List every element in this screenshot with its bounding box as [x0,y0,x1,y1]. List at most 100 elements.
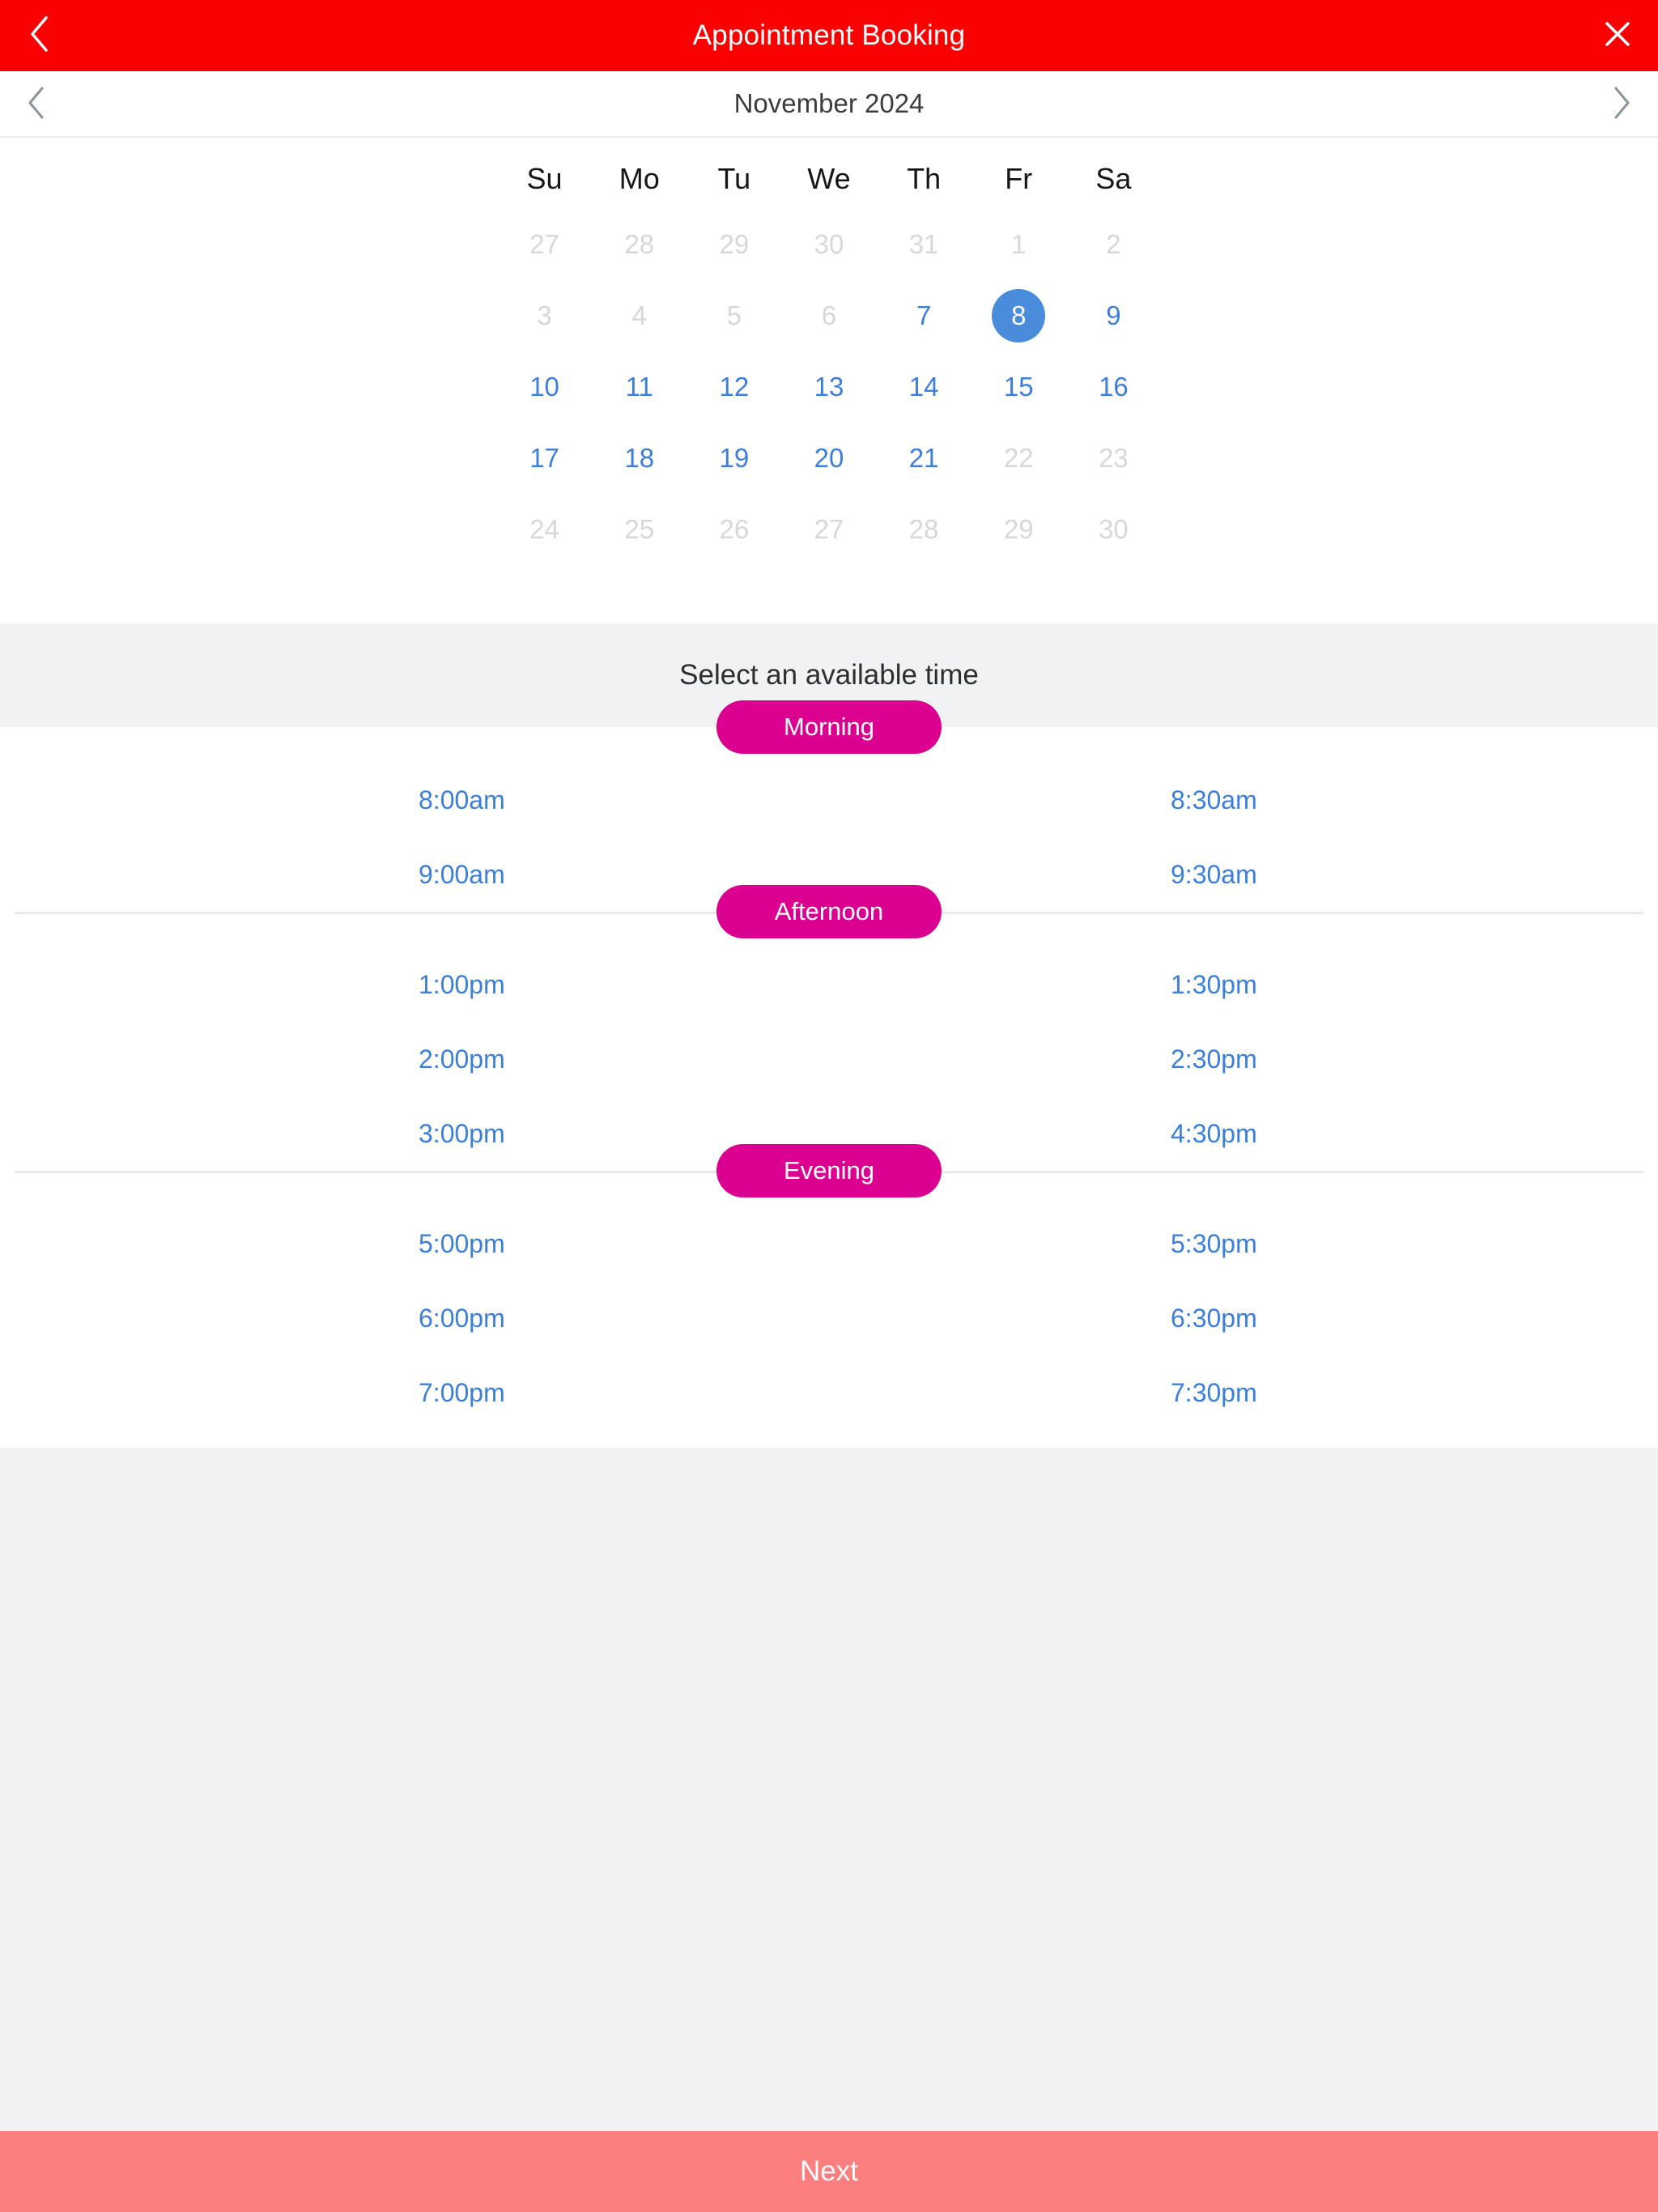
calendar-day: 23 [1066,423,1161,494]
time-slot-group: 1:00pm 1:30pm 2:00pm 2:30pm 3:00pm 4:30pm [0,912,1658,1171]
calendar-day-label: 25 [624,514,655,544]
close-button[interactable] [1582,0,1653,71]
time-slot-row: 5:00pm 5:30pm [0,1206,1658,1281]
calendar-day[interactable]: 11 [592,351,687,423]
calendar-day: 4 [592,280,687,351]
select-time-label: Select an available time [679,659,979,691]
time-slot[interactable]: 8:30am [829,763,1658,837]
previous-month-button[interactable] [0,71,73,138]
calendar-day: 29 [687,209,781,280]
calendar-day-label: 7 [916,300,932,330]
calendar-day: 1 [971,209,1066,280]
calendar-day-label: 6 [821,300,837,330]
time-slot[interactable]: 6:00pm [0,1281,829,1355]
calendar-day[interactable]: 17 [497,423,592,494]
calendar-day-label: 22 [1003,443,1034,473]
weekday-header: Su [526,162,563,195]
time-slot[interactable]: 1:00pm [0,947,829,1022]
calendar-day-label: 29 [1003,514,1034,544]
calendar-day: 28 [877,494,971,565]
time-slot[interactable]: 1:30pm [829,947,1658,1022]
calendar-day-label: 30 [814,229,844,259]
calendar-day-label: 10 [529,372,559,402]
back-button[interactable] [3,0,74,71]
calendar-day: 27 [781,494,876,565]
time-slots-section: Morning 8:00am 8:30am 9:00am 9:30am Afternoon… [0,700,1658,1448]
calendar-day: 26 [687,494,781,565]
empty-filler-area [0,1448,1658,2131]
calendar-day-label: 24 [529,514,559,544]
next-month-button[interactable] [1585,71,1658,138]
calendar-day[interactable]: 21 [877,423,971,494]
calendar-day-label: 31 [908,229,939,259]
calendar-day-label: 27 [529,229,559,259]
calendar-day-label: 9 [1106,300,1121,330]
calendar-day[interactable]: 10 [497,351,592,423]
calendar-day-selected[interactable]: 8 [971,280,1066,351]
calendar-day[interactable]: 9 [1066,280,1161,351]
time-slot[interactable]: 3:00pm [0,1096,829,1171]
calendar-day[interactable]: 20 [781,423,876,494]
time-slot[interactable]: 7:00pm [0,1355,829,1430]
time-slot[interactable]: 4:30pm [829,1096,1658,1171]
time-group-pill[interactable]: Morning [716,700,942,754]
calendar-day[interactable]: 19 [687,423,781,494]
calendar-day[interactable]: 18 [592,423,687,494]
calendar-day-label: 12 [719,372,750,402]
calendar-day-label: 14 [908,372,939,402]
calendar-day-label: 13 [814,372,844,402]
calendar-day-label: 18 [624,443,655,473]
time-slot-row: 8:00am 8:30am [0,763,1658,837]
chevron-left-icon [27,86,46,124]
time-slot-row: 6:00pm 6:30pm [0,1281,1658,1355]
time-slot[interactable]: 5:00pm [0,1206,829,1281]
calendar-day-label: 20 [814,443,844,473]
time-slot[interactable]: 2:30pm [829,1022,1658,1096]
time-slot-row: 2:00pm 2:30pm [0,1022,1658,1096]
title-bar: Appointment Booking [0,0,1658,71]
calendar-day[interactable]: 14 [877,351,971,423]
calendar-day: 30 [781,209,876,280]
calendar-day-label: 3 [537,300,552,330]
time-slot-row: 7:00pm 7:30pm [0,1355,1658,1430]
calendar-day-label: 15 [1003,372,1034,402]
time-group-pill[interactable]: Afternoon [716,885,942,938]
calendar-day: 24 [497,494,592,565]
weekday-header: Tu [717,162,751,195]
calendar-day-label: 30 [1099,514,1129,544]
calendar-day[interactable]: 16 [1066,351,1161,423]
time-slot[interactable]: 9:30am [829,837,1658,912]
calendar-day[interactable]: 15 [971,351,1066,423]
calendar-day-label: 28 [624,229,655,259]
next-button[interactable]: Next [0,2131,1658,2212]
calendar-day: 2 [1066,209,1161,280]
calendar-day: 22 [971,423,1066,494]
calendar-day: 3 [497,280,592,351]
calendar-day-label: 26 [719,514,750,544]
time-group-pill[interactable]: Evening [716,1144,942,1197]
calendar-day: 25 [592,494,687,565]
calendar-weekday-header: Su Mo Tu We Th Fr Sa [497,149,1161,209]
calendar-day-label: 21 [908,443,939,473]
calendar-day: 27 [497,209,592,280]
calendar-day-label: 4 [631,300,647,330]
time-slot[interactable]: 5:30pm [829,1206,1658,1281]
weekday-header: Th [907,162,942,195]
weekday-header: We [807,162,851,195]
calendar-day[interactable]: 12 [687,351,781,423]
calendar-day: 6 [781,280,876,351]
calendar-day-label: 8 [992,289,1046,342]
page-title: Appointment Booking [692,19,966,51]
time-slot[interactable]: 7:30pm [829,1355,1658,1430]
calendar-day-label: 1 [1011,229,1027,259]
calendar-day[interactable]: 13 [781,351,876,423]
time-slot[interactable]: 2:00pm [0,1022,829,1096]
time-slot[interactable]: 6:30pm [829,1281,1658,1355]
calendar-day[interactable]: 7 [877,280,971,351]
time-slot[interactable]: 8:00am [0,763,829,837]
weekday-header: Fr [1005,162,1033,195]
weekday-header: Sa [1095,162,1132,195]
time-slot[interactable]: 9:00am [0,837,829,912]
calendar-day-label: 23 [1099,443,1129,473]
time-slot-row: 1:00pm 1:30pm [0,947,1658,1022]
